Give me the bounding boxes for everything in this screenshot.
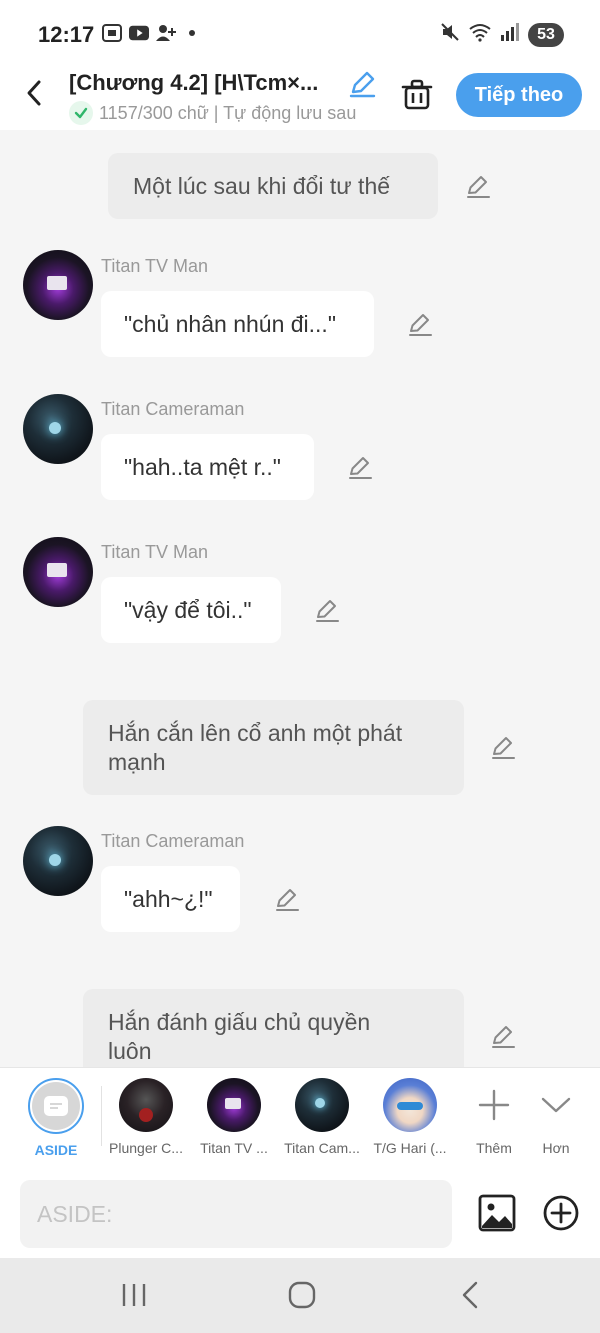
status-bar: 12:17 53: [0, 0, 600, 66]
word-count-status: 1157/300 chữ | Tự động lưu sau: [99, 102, 357, 123]
screenshot-icon: [102, 24, 122, 42]
trash-icon: [401, 79, 433, 110]
avatar[interactable]: [23, 537, 93, 607]
avatar: [207, 1078, 261, 1132]
pencil-icon: [349, 71, 376, 98]
narration-bubble[interactable]: Hắn đánh giấu chủ quyền luôn: [83, 989, 464, 1067]
status-time: 12:17: [38, 22, 95, 47]
character-name: T/G Hari (...: [373, 1140, 447, 1156]
avatar: [295, 1078, 349, 1132]
edit-message-icon[interactable]: [490, 1023, 516, 1049]
edit-message-icon[interactable]: [274, 886, 300, 912]
delete-button[interactable]: [400, 78, 434, 112]
back-button[interactable]: [20, 78, 50, 108]
dialogue-text: "hah..ta mệt r..": [124, 453, 281, 480]
dialogue-bubble[interactable]: "vậy để tôi..": [101, 577, 281, 643]
chat-area[interactable]: Một lúc sau khi đổi tư thế Titan TV Man …: [0, 130, 600, 1067]
divider: [101, 1086, 102, 1146]
save-status: 1157/300 chữ | Tự động lưu sau: [69, 101, 379, 125]
narration-text: Hắn cắn lên cổ anh một phát mạnh: [108, 719, 403, 775]
dialogue-text: "ahh~¿!": [124, 885, 213, 912]
character-name: Titan TV ...: [200, 1140, 268, 1156]
home-icon: [288, 1281, 316, 1309]
back-nav-button[interactable]: [450, 1278, 490, 1312]
aside-avatar: [28, 1078, 84, 1134]
battery-icon: 53: [528, 22, 564, 47]
dialogue-bubble[interactable]: "hah..ta mệt r..": [101, 434, 314, 500]
back-arrow-icon: [462, 1281, 478, 1309]
edit-message-icon[interactable]: [314, 597, 340, 623]
avatar: [383, 1078, 437, 1132]
status-icons-left: [102, 24, 195, 42]
chapter-title[interactable]: [Chương 4.2] [H\Tcm×...: [69, 70, 341, 96]
dialogue-bubble[interactable]: "ahh~¿!": [101, 866, 240, 932]
chevron-left-icon: [27, 80, 41, 106]
avatar[interactable]: [23, 394, 93, 464]
dialogue-text: "vậy để tôi..": [124, 596, 252, 623]
avatar[interactable]: [23, 250, 93, 320]
image-icon: [478, 1194, 516, 1232]
edit-message-icon[interactable]: [490, 734, 516, 760]
edit-message-icon[interactable]: [407, 311, 433, 337]
narration-text: Một lúc sau khi đổi tư thế: [133, 172, 391, 199]
character-name: ASIDE: [34, 1142, 78, 1158]
chevron-down-icon: [541, 1097, 571, 1113]
more-button[interactable]: Hơn: [514, 1078, 598, 1156]
add-contact-icon: [156, 24, 176, 42]
edit-message-icon[interactable]: [347, 454, 373, 480]
home-button[interactable]: [282, 1278, 322, 1312]
message-input[interactable]: [20, 1180, 452, 1248]
speaker-name: Titan TV Man: [101, 256, 209, 276]
notification-dot-icon: [189, 30, 195, 36]
avatar[interactable]: [23, 826, 93, 896]
avatar: [119, 1078, 173, 1132]
insert-image-button[interactable]: [478, 1194, 516, 1232]
narration-text: Hắn đánh giấu chủ quyền luôn: [108, 1008, 371, 1064]
speaker-name: Titan TV Man: [101, 542, 209, 562]
chat-story-editor-screen: 12:17 53 [Chương 4.2] [H\Tcm×... 1157/30…: [0, 0, 600, 1333]
recents-icon: [122, 1284, 146, 1306]
next-button[interactable]: Tiếp theo: [456, 73, 582, 117]
composer: [0, 1170, 600, 1258]
plus-circle-icon: [543, 1195, 579, 1231]
character-plunger[interactable]: Plunger C...: [104, 1078, 188, 1156]
character-titan-cameraman[interactable]: Titan Cam...: [280, 1078, 364, 1156]
narration-bubble[interactable]: Một lúc sau khi đổi tư thế: [108, 153, 438, 219]
narration-icon: [44, 1096, 68, 1116]
mute-icon: [440, 22, 460, 47]
signal-icon: [500, 23, 520, 46]
character-tg-hari[interactable]: T/G Hari (...: [368, 1078, 452, 1156]
speaker-name: Titan Cameraman: [101, 399, 245, 419]
system-navigation-bar: [0, 1258, 600, 1333]
more-label: Hơn: [542, 1140, 570, 1156]
edit-message-icon[interactable]: [465, 173, 491, 199]
add-attachment-button[interactable]: [542, 1194, 580, 1232]
dialogue-text: "chủ nhân nhún đi...": [124, 310, 336, 337]
character-name: Titan Cam...: [284, 1140, 360, 1156]
recent-apps-button[interactable]: [114, 1278, 154, 1312]
youtube-icon: [129, 24, 149, 42]
check-icon: [69, 101, 93, 125]
plus-icon: [478, 1089, 510, 1121]
character-titan-tv-man[interactable]: Titan TV ...: [192, 1078, 276, 1156]
speaker-name: Titan Cameraman: [101, 831, 245, 851]
character-selector: ASIDE Plunger C... Titan TV ... Titan Ca…: [0, 1067, 600, 1170]
character-aside[interactable]: ASIDE: [14, 1078, 98, 1158]
status-icons-right: 53: [440, 22, 564, 47]
wifi-icon: [468, 22, 492, 47]
narration-bubble[interactable]: Hắn cắn lên cổ anh một phát mạnh: [83, 700, 464, 795]
dialogue-bubble[interactable]: "chủ nhân nhún đi...": [101, 291, 374, 357]
edit-title-button[interactable]: [348, 70, 376, 98]
editor-header: [Chương 4.2] [H\Tcm×... 1157/300 chữ | T…: [0, 66, 600, 130]
character-name: Plunger C...: [109, 1140, 183, 1156]
